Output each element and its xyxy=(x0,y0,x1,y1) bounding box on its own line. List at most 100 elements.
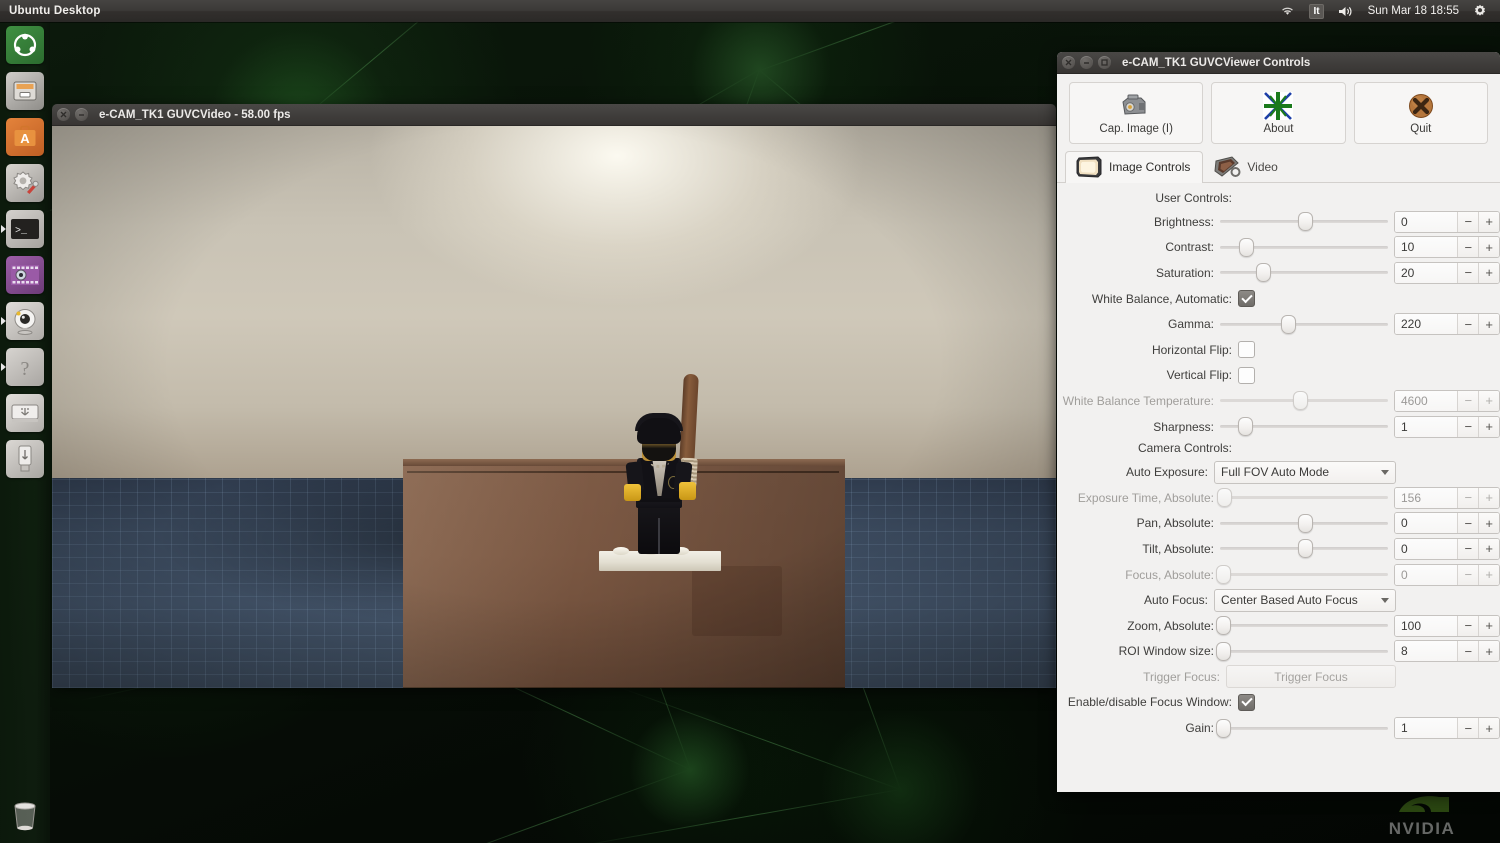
spinbox-decrement[interactable]: − xyxy=(1457,487,1479,508)
launcher-item-files[interactable] xyxy=(0,68,50,114)
slider-sharpness[interactable] xyxy=(1220,417,1388,437)
launcher-item-help[interactable]: ? xyxy=(0,344,50,390)
spinbox[interactable]: 0− + xyxy=(1394,512,1500,535)
spinbox-decrement[interactable]: − xyxy=(1457,718,1479,739)
spinbox-decrement[interactable]: − xyxy=(1457,237,1479,258)
spinbox[interactable]: 4600− + xyxy=(1394,389,1500,412)
tab-image-controls[interactable]: Image Controls xyxy=(1065,151,1204,183)
spinbox-increment[interactable]: + xyxy=(1478,513,1499,534)
controls-maximize-button[interactable] xyxy=(1098,56,1111,69)
volume-icon[interactable] xyxy=(1331,0,1361,22)
spinbox-increment[interactable]: + xyxy=(1478,211,1499,232)
slider-thumb[interactable] xyxy=(1281,314,1297,334)
slider-gamma[interactable] xyxy=(1220,314,1388,334)
slider-thumb[interactable] xyxy=(1217,488,1233,508)
spinbox-value[interactable]: 0 xyxy=(1395,538,1458,559)
slider-thumb[interactable] xyxy=(1215,565,1231,585)
spinbox-decrement[interactable]: − xyxy=(1457,390,1479,411)
spinbox-increment[interactable]: + xyxy=(1478,416,1499,437)
spinbox-decrement[interactable]: − xyxy=(1457,564,1479,585)
slider-exposure-time-absolute[interactable] xyxy=(1217,488,1388,508)
slider-brightness[interactable] xyxy=(1220,212,1388,232)
spinbox-decrement[interactable]: − xyxy=(1457,211,1479,232)
video-close-button[interactable] xyxy=(57,108,70,121)
launcher-item-trash[interactable] xyxy=(0,793,50,839)
slider-contrast[interactable] xyxy=(1220,237,1388,257)
launcher-item-webcam[interactable] xyxy=(0,298,50,344)
spinbox[interactable]: 0− + xyxy=(1394,563,1500,586)
spinbox[interactable]: 1− + xyxy=(1394,717,1500,740)
slider-saturation[interactable] xyxy=(1220,263,1388,283)
controls-close-button[interactable] xyxy=(1062,56,1075,69)
spinbox-increment[interactable]: + xyxy=(1478,538,1499,559)
spinbox-value[interactable]: 1 xyxy=(1395,416,1458,437)
spinbox-decrement[interactable]: − xyxy=(1457,262,1479,283)
launcher-item-disk-drive[interactable] xyxy=(0,390,50,436)
spinbox-increment[interactable]: + xyxy=(1478,615,1499,636)
slider-focus-absolute[interactable] xyxy=(1215,565,1388,585)
spinbox[interactable]: 20− + xyxy=(1394,261,1500,284)
slider-thumb[interactable] xyxy=(1298,513,1313,533)
slider-thumb[interactable] xyxy=(1215,718,1231,738)
launcher-item-ubuntu-dash[interactable] xyxy=(0,22,50,68)
spinbox[interactable]: 1− + xyxy=(1394,415,1500,438)
spinbox-increment[interactable]: + xyxy=(1478,237,1499,258)
spinbox-decrement[interactable]: − xyxy=(1457,513,1479,534)
slider-thumb[interactable] xyxy=(1215,616,1231,636)
spinbox[interactable]: 0− + xyxy=(1394,210,1500,233)
wifi-icon[interactable] xyxy=(1273,0,1302,22)
cap-image-button[interactable]: Cap. Image (I) xyxy=(1069,82,1204,144)
tab-video[interactable]: Video xyxy=(1203,151,1290,182)
spinbox-decrement[interactable]: − xyxy=(1457,615,1479,636)
launcher-item-usb-drive[interactable] xyxy=(0,436,50,482)
video-window-titlebar[interactable]: e-CAM_TK1 GUVCVideo - 58.00 fps xyxy=(52,104,1056,126)
slider-roi-window-size[interactable] xyxy=(1215,641,1388,661)
launcher-item-terminal[interactable]: >_ xyxy=(0,206,50,252)
slider-thumb[interactable] xyxy=(1256,263,1271,283)
panel-app-title[interactable]: Ubuntu Desktop xyxy=(0,5,101,17)
launcher-item-system-settings[interactable] xyxy=(0,160,50,206)
slider-gain[interactable] xyxy=(1215,718,1388,738)
slider-tilt-absolute[interactable] xyxy=(1220,539,1388,559)
spinbox-increment[interactable]: + xyxy=(1478,390,1499,411)
spinbox-increment[interactable]: + xyxy=(1478,314,1499,335)
spinbox-increment[interactable]: + xyxy=(1478,718,1499,739)
spinbox-value[interactable]: 100 xyxy=(1395,615,1458,636)
slider-thumb[interactable] xyxy=(1298,539,1313,559)
spinbox[interactable]: 8− + xyxy=(1394,640,1500,663)
spinbox-decrement[interactable]: − xyxy=(1457,416,1479,437)
combobox-auto-focus[interactable]: Center Based Auto Focus xyxy=(1214,588,1396,612)
spinbox-value[interactable]: 0 xyxy=(1395,211,1458,232)
checkbox-enable-disable-focus-window[interactable] xyxy=(1238,693,1255,711)
spinbox[interactable]: 0− + xyxy=(1394,537,1500,560)
slider-thumb[interactable] xyxy=(1239,237,1255,257)
spinbox-value[interactable]: 4600 xyxy=(1395,390,1458,411)
spinbox[interactable]: 220− + xyxy=(1394,313,1500,336)
launcher-item-ubuntu-software[interactable]: A xyxy=(0,114,50,160)
controls-window-titlebar[interactable]: e-CAM_TK1 GUVCViewer Controls xyxy=(1057,52,1500,74)
spinbox-value[interactable]: 1 xyxy=(1395,718,1458,739)
spinbox-increment[interactable]: + xyxy=(1478,564,1499,585)
combobox-auto-exposure[interactable]: Full FOV Auto Mode xyxy=(1214,460,1396,484)
slider-pan-absolute[interactable] xyxy=(1220,513,1388,533)
spinbox-decrement[interactable]: − xyxy=(1457,314,1479,335)
keyboard-layout-indicator[interactable]: It xyxy=(1302,0,1330,22)
spinbox-value[interactable]: 10 xyxy=(1395,237,1458,258)
spinbox-value[interactable]: 220 xyxy=(1395,314,1458,335)
spinbox[interactable]: 156− + xyxy=(1394,486,1500,509)
spinbox-decrement[interactable]: − xyxy=(1457,538,1479,559)
checkbox-horizontal-flip[interactable] xyxy=(1238,341,1255,359)
gear-icon[interactable] xyxy=(1466,0,1494,22)
slider-thumb[interactable] xyxy=(1237,417,1253,437)
slider-zoom-absolute[interactable] xyxy=(1215,616,1388,636)
spinbox-increment[interactable]: + xyxy=(1478,641,1499,662)
checkbox-white-balance-automatic[interactable] xyxy=(1238,290,1255,308)
spinbox-increment[interactable]: + xyxy=(1478,487,1499,508)
spinbox-increment[interactable]: + xyxy=(1478,262,1499,283)
spinbox[interactable]: 10− + xyxy=(1394,236,1500,259)
spinbox-value[interactable]: 0 xyxy=(1395,564,1458,585)
checkbox-vertical-flip[interactable] xyxy=(1238,366,1255,384)
slider-thumb[interactable] xyxy=(1298,212,1313,232)
slider-thumb[interactable] xyxy=(1292,391,1308,411)
spinbox-value[interactable]: 156 xyxy=(1395,487,1458,508)
